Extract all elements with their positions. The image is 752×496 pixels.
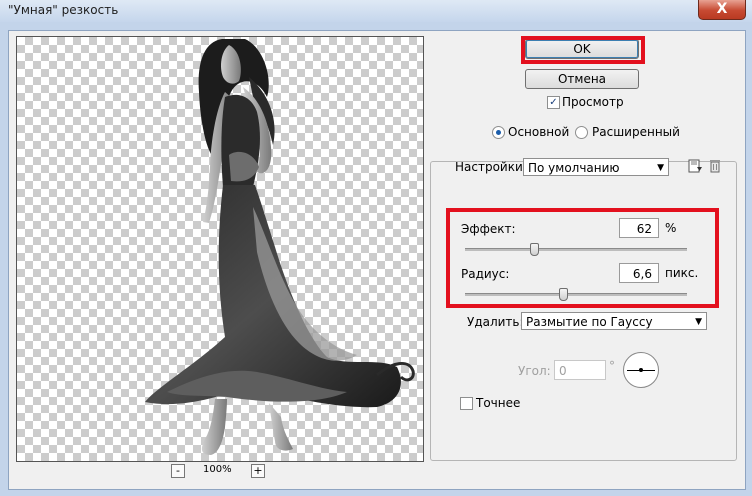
- zoom-level: 100%: [203, 464, 232, 475]
- angle-unit: °: [609, 359, 615, 373]
- advanced-mode-radio[interactable]: [575, 126, 588, 139]
- angle-dial-center: [639, 368, 643, 372]
- basic-mode-label: Основной: [508, 125, 570, 139]
- ok-highlight-frame: [521, 36, 645, 64]
- angle-input[interactable]: 0: [554, 360, 606, 380]
- preview-label: Просмотр: [562, 95, 624, 109]
- amount-radius-highlight-frame: [446, 208, 719, 308]
- settings-group: [430, 161, 737, 461]
- zoom-in-button[interactable]: +: [251, 464, 265, 478]
- more-accurate-label: Точнее: [476, 396, 521, 410]
- cancel-button[interactable]: Отмена: [525, 69, 639, 89]
- remove-select[interactable]: Размытие по Гауссу ▼: [521, 312, 707, 330]
- chevron-down-icon: ▼: [695, 317, 702, 327]
- close-button[interactable]: X: [698, 0, 746, 20]
- angle-label: Угол:: [518, 364, 551, 378]
- advanced-mode-label: Расширенный: [592, 125, 680, 139]
- save-settings-icon[interactable]: [687, 158, 703, 174]
- woman-figure-image: [145, 39, 415, 455]
- trash-icon[interactable]: [707, 158, 723, 174]
- dialog-body: - 100% + OK Отмена ✓ Просмотр Основной Р…: [8, 30, 746, 490]
- remove-value: Размытие по Гауссу: [526, 315, 653, 329]
- chevron-down-icon: ▼: [657, 163, 664, 173]
- dialog-window: "Умная" резкость X - 100% + OK Отмена ✓ …: [0, 0, 752, 496]
- settings-select[interactable]: По умолчанию ▼: [523, 158, 669, 176]
- zoom-out-button[interactable]: -: [171, 464, 185, 478]
- basic-mode-radio[interactable]: [492, 126, 505, 139]
- settings-value: По умолчанию: [528, 161, 620, 175]
- settings-label: Настройки:: [455, 160, 527, 174]
- remove-label: Удалить:: [467, 315, 524, 329]
- angle-dial[interactable]: [623, 352, 659, 388]
- more-accurate-checkbox[interactable]: [460, 397, 473, 410]
- window-title: "Умная" резкость: [8, 3, 119, 17]
- preview-checkbox[interactable]: ✓: [547, 96, 560, 109]
- image-preview[interactable]: [16, 36, 424, 462]
- title-bar: "Умная" резкость X: [0, 0, 752, 22]
